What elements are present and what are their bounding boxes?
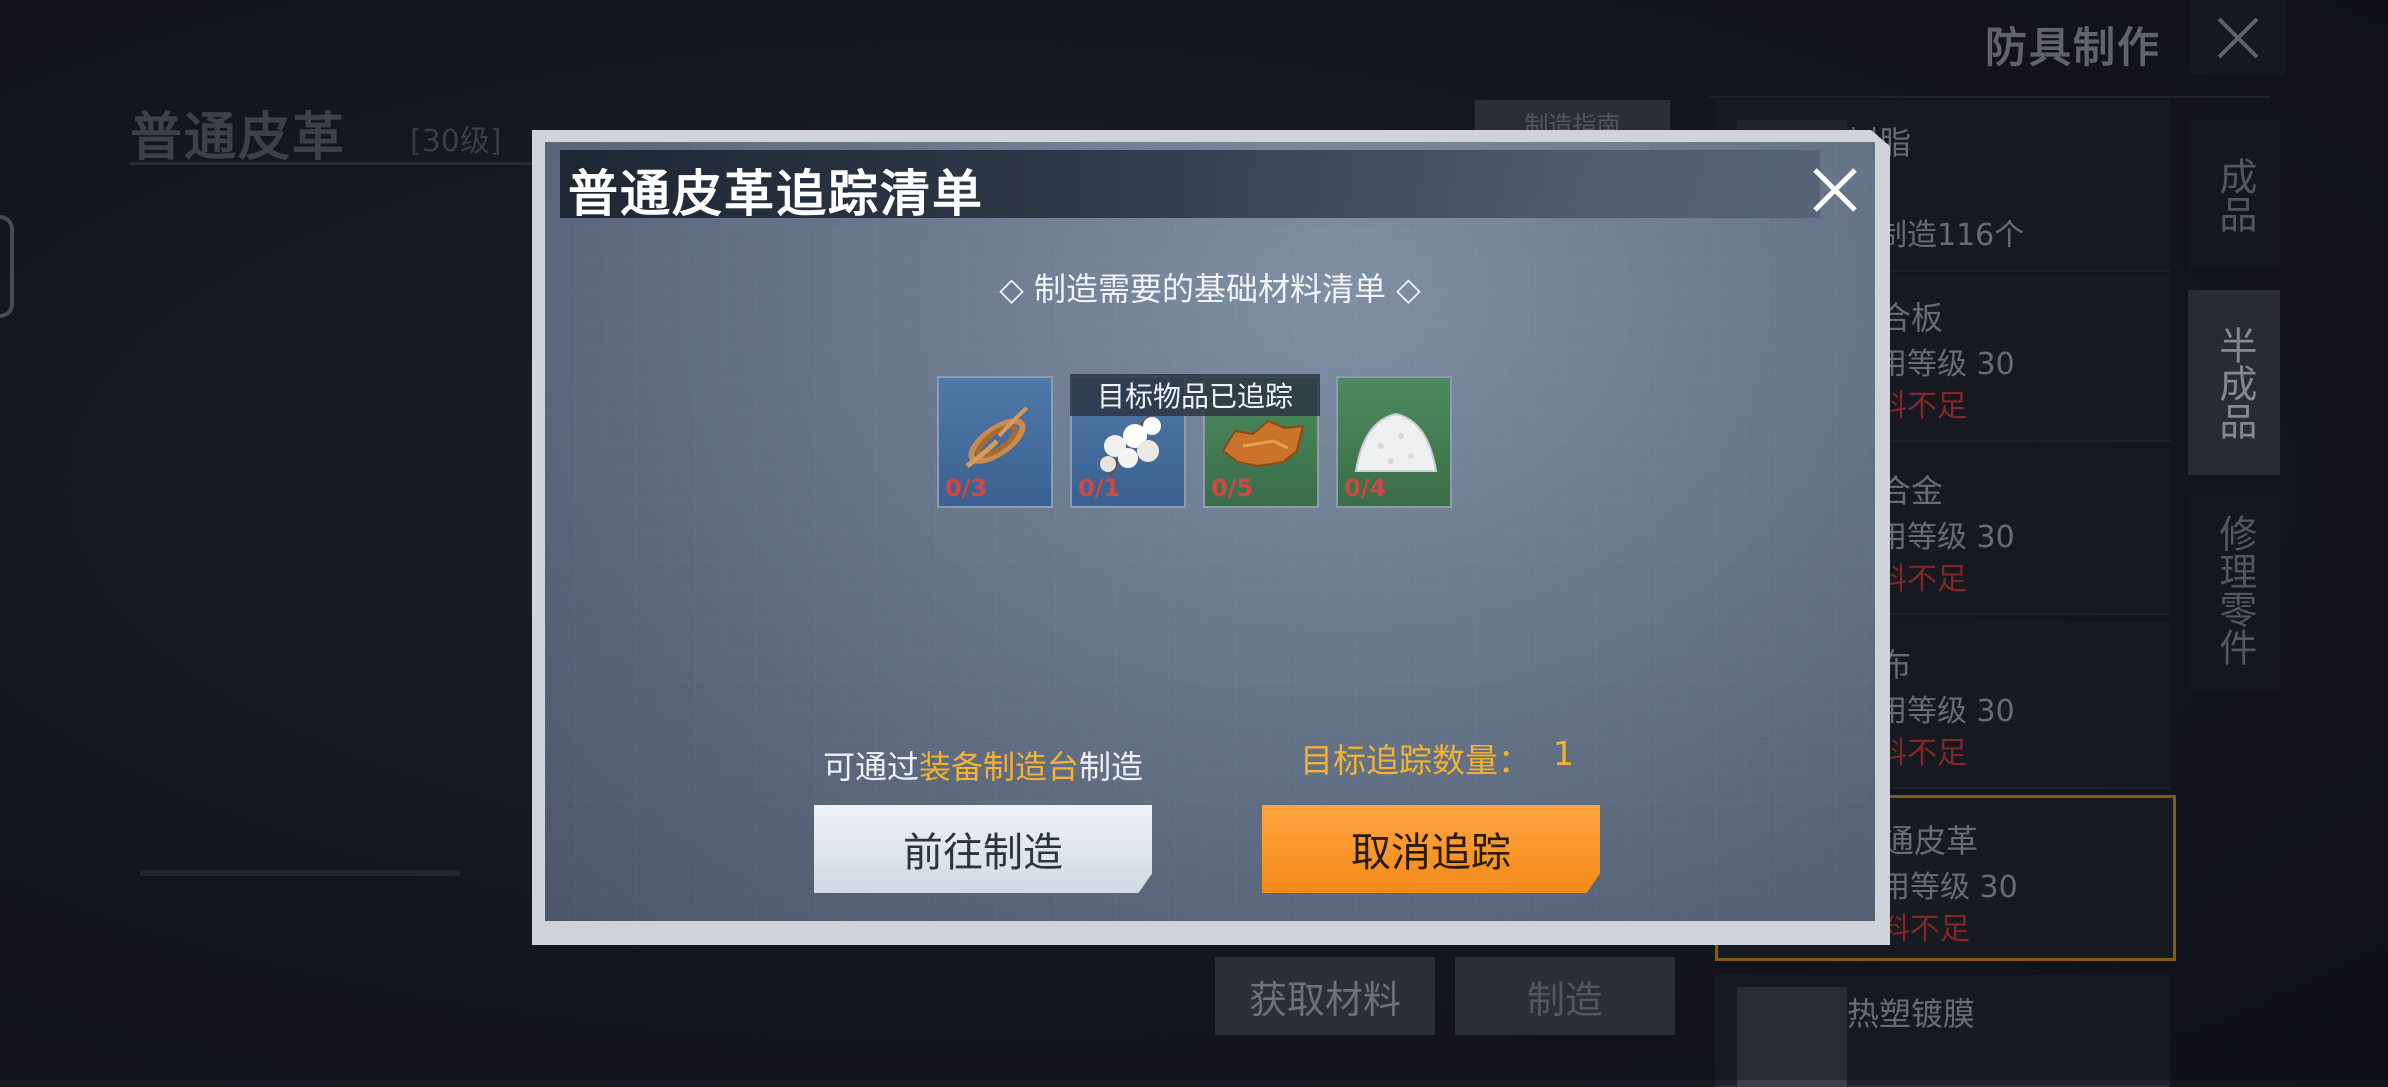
material-slot-rope[interactable]: 0/3 — [937, 376, 1053, 508]
go-craft-button[interactable]: 前往制造 — [814, 805, 1152, 893]
track-count-label: 目标追踪数量： — [1300, 741, 1531, 780]
cancel-tracking-button[interactable]: 取消追踪 — [1262, 805, 1600, 893]
material-count: 0/5 — [1211, 474, 1254, 502]
hint-station: 装备制造台 — [919, 748, 1080, 786]
hint-prefix: 可通过 — [823, 748, 920, 786]
rope-icon — [965, 406, 1029, 468]
salt-pile-icon — [1354, 412, 1438, 472]
material-count: 0/4 — [1344, 474, 1387, 502]
hint-suffix: 制造 — [1079, 748, 1144, 786]
tracked-banner: 目标物品已追踪 — [1070, 374, 1320, 416]
track-count-value: 1 — [1553, 734, 1574, 773]
modal-title: 普通皮革追踪清单 — [568, 165, 984, 223]
materials-subheading: ◇ 制造需要的基础材料清单 ◇ — [999, 270, 1421, 308]
modal-close-button[interactable] — [1805, 160, 1865, 220]
material-slot-salt[interactable]: 0/4 — [1336, 376, 1452, 508]
cancel-tracking-label: 取消追踪 — [1351, 830, 1511, 876]
close-icon — [1813, 168, 1857, 212]
material-count: 0/1 — [1078, 474, 1121, 502]
craft-station-hint: 可通过装备制造台制造 — [823, 742, 1143, 788]
material-count: 0/3 — [945, 474, 988, 502]
go-craft-label: 前往制造 — [903, 830, 1063, 876]
tracking-list-modal — [545, 142, 1875, 921]
